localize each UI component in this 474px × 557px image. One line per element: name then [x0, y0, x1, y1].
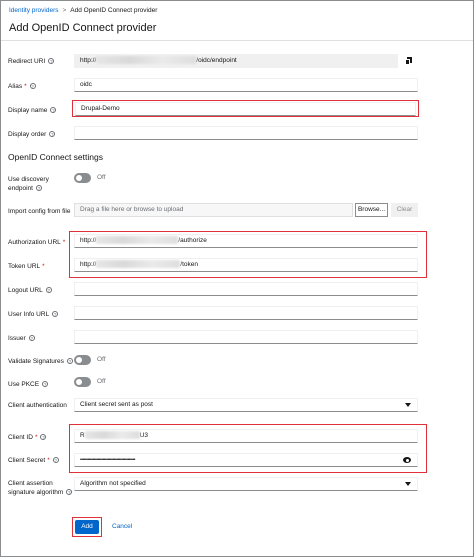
- client-secret-label: Client Secret *?: [8, 457, 59, 464]
- user-info-url-label: User Info URL?: [8, 311, 59, 318]
- caret-down-icon: [405, 403, 411, 407]
- client-assertion-select[interactable]: Algorithm not specified: [74, 477, 418, 491]
- breadcrumb-current: Add OpenID Connect provider: [70, 7, 158, 14]
- help-icon[interactable]: ?: [48, 58, 55, 65]
- help-icon[interactable]: ?: [35, 185, 42, 192]
- user-info-url-input[interactable]: [74, 306, 418, 320]
- copy-icon[interactable]: [404, 55, 414, 67]
- use-discovery-label: Use discovery endpoint?: [8, 176, 49, 192]
- help-icon[interactable]: ?: [40, 434, 47, 441]
- highlight-add-button: [72, 517, 102, 537]
- help-icon[interactable]: ?: [50, 107, 57, 114]
- clear-button: Clear: [391, 203, 418, 217]
- breadcrumb-separator: >: [62, 7, 67, 14]
- help-icon[interactable]: ?: [45, 287, 52, 294]
- redacted-host: [96, 56, 197, 65]
- client-authentication-label: Client authentication: [8, 402, 67, 409]
- authorization-url-label: Authorization URL *: [8, 239, 66, 246]
- cancel-button[interactable]: Cancel: [112, 520, 132, 534]
- validate-signatures-state: Off: [97, 356, 106, 363]
- use-pkce-label: Use PKCE?: [8, 381, 49, 388]
- alias-label: Alias *?: [8, 83, 36, 90]
- redirect-uri-prefix: http://: [80, 57, 97, 64]
- validate-signatures-toggle[interactable]: [74, 355, 91, 365]
- import-config-label: Import config from file: [8, 208, 71, 215]
- help-icon[interactable]: ?: [52, 311, 59, 318]
- logout-url-input[interactable]: [74, 282, 418, 296]
- section-title: OpenID Connect settings: [8, 152, 103, 162]
- use-pkce-toggle[interactable]: [74, 377, 91, 387]
- help-icon[interactable]: ?: [52, 457, 59, 464]
- display-order-input[interactable]: [74, 126, 418, 140]
- logout-url-label: Logout URL?: [8, 287, 52, 294]
- client-assertion-label: Client assertion signature algorithm?: [8, 480, 73, 496]
- client-authentication-select[interactable]: Client secret sent as post: [74, 398, 418, 412]
- help-icon[interactable]: ?: [29, 83, 36, 90]
- page-title: Add OpenID Connect provider: [9, 22, 157, 34]
- display-order-label: Display order?: [8, 131, 56, 138]
- display-name-label: Display name?: [8, 107, 57, 114]
- highlight-urls: [69, 231, 427, 278]
- alias-input[interactable]: oidc: [74, 78, 418, 92]
- issuer-label: Issuer?: [8, 335, 35, 342]
- help-icon[interactable]: ?: [42, 381, 49, 388]
- client-authentication-value: Client secret sent as post: [80, 401, 153, 408]
- page-header: Identity providers > Add OpenID Connect …: [1, 1, 473, 41]
- help-icon[interactable]: ?: [49, 131, 56, 138]
- redirect-uri-label: Redirect URI?: [8, 58, 55, 65]
- client-assertion-value: Algorithm not specified: [80, 480, 146, 487]
- browse-button[interactable]: Browse...: [355, 203, 388, 217]
- token-url-label: Token URL *: [8, 263, 45, 270]
- validate-signatures-label: Validate Signatures?: [8, 358, 73, 365]
- help-icon[interactable]: ?: [28, 335, 35, 342]
- help-icon[interactable]: ?: [66, 489, 73, 496]
- help-icon[interactable]: ?: [66, 358, 73, 365]
- highlight-display-name: [72, 100, 419, 117]
- redirect-uri-field[interactable]: http:// /oidc/endpoint: [74, 54, 398, 68]
- client-id-label: Client ID *?: [8, 434, 47, 441]
- highlight-client-credentials: [69, 424, 427, 473]
- redirect-uri-suffix: /oidc/endpoint: [196, 57, 237, 64]
- breadcrumb: Identity providers > Add OpenID Connect …: [9, 7, 157, 14]
- use-pkce-state: Off: [97, 378, 106, 385]
- use-discovery-state: Off: [97, 174, 106, 181]
- breadcrumb-identity-providers-link[interactable]: Identity providers: [9, 7, 59, 14]
- file-drop-zone[interactable]: Drag a file here or browse to upload: [74, 203, 353, 217]
- use-discovery-toggle[interactable]: [74, 173, 91, 183]
- issuer-input[interactable]: [74, 330, 418, 344]
- caret-down-icon: [405, 482, 411, 486]
